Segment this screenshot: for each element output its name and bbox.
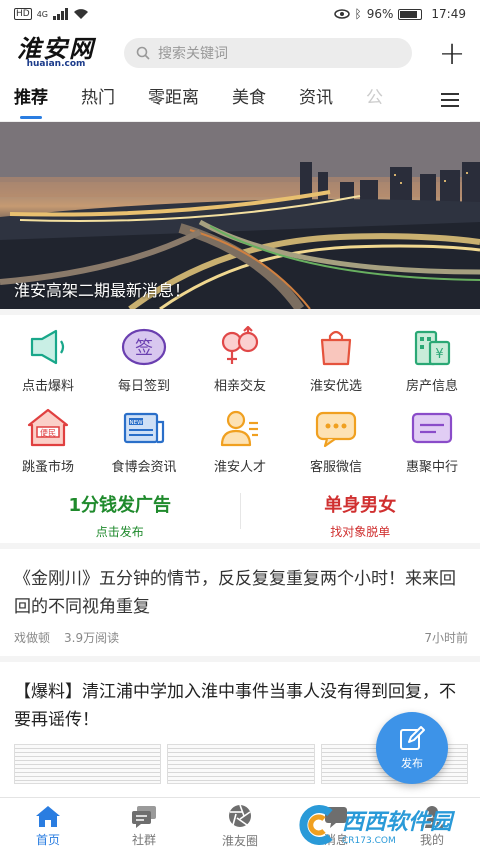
category-tabs: 推荐 热门 零距离 美食 资讯 公 [0,78,480,122]
tab-zero-distance[interactable]: 零距离 [148,78,199,122]
grid-item-boc[interactable]: 惠聚中行 [384,404,480,475]
grid-label: 房产信息 [405,379,458,394]
watermark-text: 西西软件园 [342,810,453,835]
article-time: 7小时前 [424,631,468,645]
promo-title: 1分钱发广告 [68,494,172,516]
community-icon [132,805,156,828]
chat-icon [312,404,360,452]
sign-in-icon: 签 [120,323,168,371]
article-author: 戏做顿 [14,631,51,645]
promo-row: 1分钱发广告 点击发布 单身男女 找对象脱单 [0,475,480,549]
bluetooth-icon: ᛒ [354,7,362,21]
function-grid: 点击爆料 签 每日签到 相亲交友 淮安优选 ¥ 房产信息 便民 跳蚤市场 NEW… [0,323,480,475]
article-thumbnail [167,744,315,784]
flea-market-icon: 便民 [24,404,72,452]
add-button[interactable]: + [438,37,466,69]
home-icon [36,805,60,827]
tab-hot[interactable]: 热门 [81,78,115,122]
article-thumbnail [14,744,162,784]
watermark-sub: CR173.COM [342,836,396,846]
tab-public[interactable]: 公 [366,78,383,122]
grid-label: 惠聚中行 [405,460,458,475]
nav-label: 社群 [131,832,156,847]
menu-icon[interactable] [430,78,470,122]
search-icon [136,46,150,60]
shopping-bag-icon [312,323,360,371]
promo-singles[interactable]: 单身男女 找对象脱单 [241,487,480,543]
logo[interactable]: 淮安网 huaian.com [14,34,98,70]
aperture-icon [229,804,251,827]
grid-label: 食博会资讯 [111,460,177,475]
grid-item-wechat-service[interactable]: 客服微信 [288,404,384,475]
svg-text:便民: 便民 [40,428,56,438]
search-placeholder: 搜索关键词 [158,46,228,62]
svg-text:NEW: NEW [129,420,143,426]
grid-item-property[interactable]: ¥ 房产信息 [384,323,480,394]
publish-button[interactable]: 发布 [376,712,448,784]
promo-sub: 点击发布 [95,524,144,539]
watermark-logo-icon [299,805,333,845]
article-meta: 戏做顿 3.9万阅读 7小时前 [14,629,468,646]
grid-item-select[interactable]: 淮安优选 [288,323,384,394]
article-reads: 3.9万阅读 [64,631,120,645]
tab-recommend[interactable]: 推荐 [14,78,48,122]
battery-percent: 96% [366,7,394,21]
grid-item-report[interactable]: 点击爆料 [0,323,96,394]
house-price-icon: ¥ [408,323,456,371]
battery-icon [398,8,423,20]
promo-post-ad[interactable]: 1分钱发广告 点击发布 [0,487,240,543]
banner-carousel[interactable]: 淮安高架二期最新消息！ [0,122,480,309]
grid-label: 点击爆料 [21,379,74,394]
grid-item-dating[interactable]: 相亲交友 [192,323,288,394]
grid-label: 淮安人才 [213,460,266,475]
svg-text:¥: ¥ [435,347,443,362]
clock: 17:49 [431,7,466,21]
tab-food[interactable]: 美食 [232,78,266,122]
grid-label: 跳蚤市场 [21,460,74,475]
logo-text: 淮安网 [17,34,95,63]
eye-icon [333,9,350,19]
talent-icon [216,404,264,452]
grid-label: 淮安优选 [309,379,362,394]
article-title: 《金刚川》五分钟的情节，反反复复重复两个小时！来来回回的不同视角重复 [14,569,456,617]
wifi-icon [74,9,88,19]
edit-icon [400,726,425,750]
grid-label: 每日签到 [117,379,170,394]
promo-sub: 找对象脱单 [330,524,391,539]
banner-caption: 淮安高架二期最新消息！ [14,281,191,300]
dating-icon [216,323,264,371]
hd-indicator: HD [14,8,32,20]
newspaper-icon: NEW [120,404,168,452]
article-card[interactable]: 《金刚川》五分钟的情节，反反复复重复两个小时！来来回回的不同视角重复 戏做顿 3… [0,549,480,656]
network-type: 4G [36,9,48,19]
promo-title: 单身男女 [324,494,397,516]
nav-community[interactable]: 社群 [96,798,192,853]
nav-label: 首页 [35,832,60,847]
card-icon [408,404,456,452]
nav-friends-circle[interactable]: 淮友圈 [192,798,288,853]
nav-label: 淮友圈 [221,833,258,848]
grid-label: 客服微信 [309,460,362,475]
grid-item-signin[interactable]: 签 每日签到 [96,323,192,394]
grid-item-flea-market[interactable]: 便民 跳蚤市场 [0,404,96,475]
nav-home[interactable]: 首页 [0,798,96,853]
logo-domain: huaian.com [26,59,86,69]
svg-text:签: 签 [135,338,153,359]
status-bar: HD 4G ᛒ 96% 17:49 [0,0,480,28]
publish-label: 发布 [401,757,423,770]
megaphone-icon [24,323,72,371]
grid-item-talent[interactable]: 淮安人才 [192,404,288,475]
grid-item-expo-news[interactable]: NEW 食博会资讯 [96,404,192,475]
grid-label: 相亲交友 [213,379,266,394]
function-grid-section: 点击爆料 签 每日签到 相亲交友 淮安优选 ¥ 房产信息 便民 跳蚤市场 NEW… [0,315,480,549]
search-input[interactable]: 搜索关键词 [124,38,412,68]
signal-icon [53,8,68,20]
top-bar: 淮安网 huaian.com 搜索关键词 + [0,28,480,78]
watermark: 西西软件园 CR173.COM [294,801,474,849]
tab-news[interactable]: 资讯 [299,78,333,122]
